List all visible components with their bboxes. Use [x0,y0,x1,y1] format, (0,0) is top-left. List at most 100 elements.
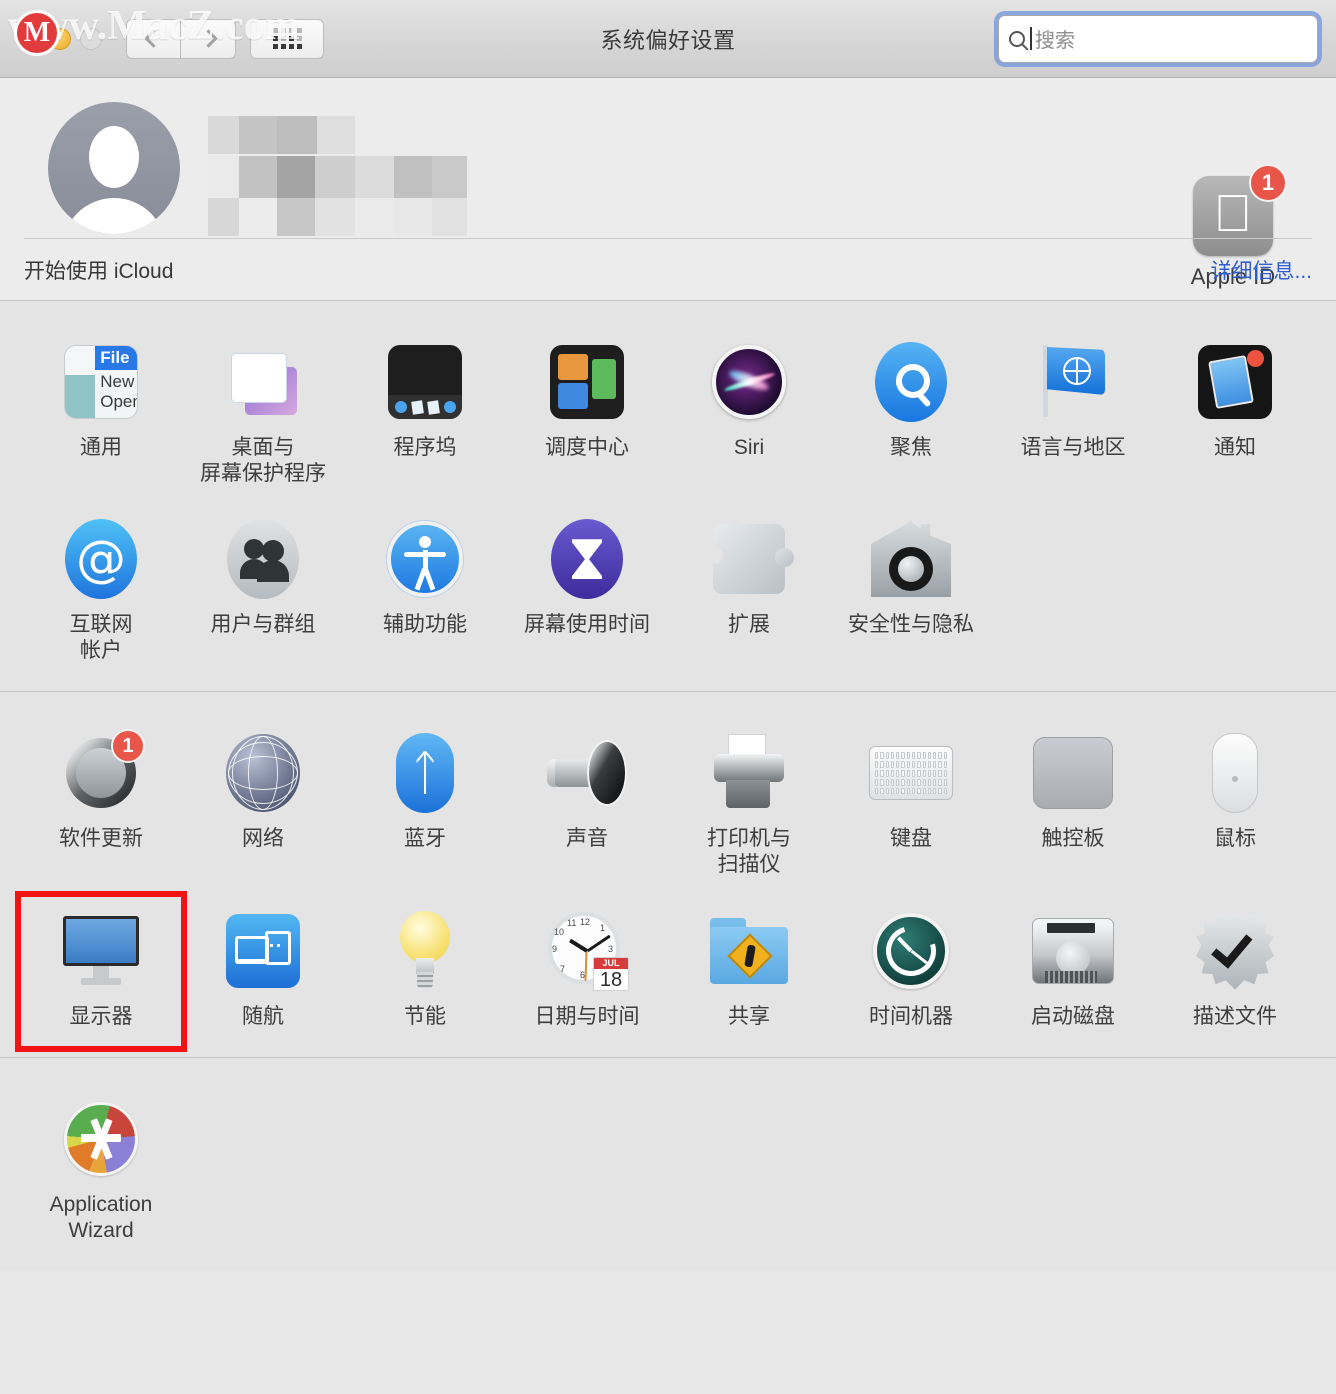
pref-label: 触控板 [1041,827,1105,851]
pref-item-trackpad[interactable]: 触控板 [992,718,1154,895]
pref-label: 启动磁盘 [1031,1004,1115,1028]
general-icon-new-label: New [100,371,135,391]
icloud-prompt: 开始使用 iCloud [24,259,174,283]
mission-control-icon [544,339,630,425]
pref-label: 软件更新 [59,827,143,851]
pref-item-spotlight[interactable]: 聚焦 [830,327,992,504]
pref-item-language-region[interactable]: 语言与地区 [992,327,1154,504]
pref-label: 随航 [242,1004,284,1028]
details-link[interactable]: 详细信息... [1210,255,1312,285]
pref-item-bluetooth[interactable]: ᛏ 蓝牙 [344,718,506,895]
pref-item-desktop-screensaver[interactable]: 桌面与 屏幕保护程序 [182,327,344,504]
zoom-button[interactable] [80,27,102,50]
pref-label: 蓝牙 [404,827,446,851]
pref-label: 辅助功能 [383,613,467,637]
pref-label: 桌面与 屏幕保护程序 [200,436,326,485]
users-groups-icon [220,516,306,602]
pref-label: 网络 [242,827,284,851]
pref-label: Application Wizard [49,1193,153,1242]
pref-label: 互联网 帐户 [69,613,133,662]
trackpad-icon [1030,730,1116,816]
avatar-body-shape [62,198,166,234]
pref-item-startup-disk[interactable]: 启动磁盘 [992,896,1154,1048]
calendar-month: JUL [594,957,628,969]
search-container: 搜索 [998,14,1318,63]
software-update-badge: 1 [111,729,145,764]
pref-item-sound[interactable]: 声音 [506,718,668,895]
software-update-icon: 1 [58,729,145,816]
pref-label: 调度中心 [545,436,629,459]
pref-item-security-privacy[interactable]: 安全性与隐私 [830,504,992,681]
network-icon [220,730,306,816]
pref-item-dock[interactable]: 程序坞 [344,327,506,504]
date-time-icon: 12 1 3 6 7 9 10 11 JUL 18 [544,908,630,994]
preferences-section-third-party: Application Wizard [0,1058,1336,1272]
apple-glyph:  [1214,188,1253,240]
pref-item-notifications[interactable]: 通知 [1154,327,1316,504]
pref-label: 键盘 [890,827,932,851]
navigation-buttons [126,18,236,59]
notifications-icon [1192,339,1278,425]
pref-item-accessibility[interactable]: 辅助功能 [344,504,506,681]
pref-item-sharing[interactable]: 共享 [668,896,830,1048]
pref-item-siri[interactable]: Siri [668,327,830,504]
back-button[interactable] [126,18,181,59]
apple-id-badge: 1 [1249,164,1287,202]
pref-label: 鼠标 [1214,827,1256,851]
pref-item-profiles[interactable]: 描述文件 [1154,896,1316,1048]
pref-item-software-update[interactable]: 1 软件更新 [20,718,182,895]
general-icon-file-label: File [95,346,137,371]
dock-icon [382,339,468,425]
pref-item-network[interactable]: 网络 [182,718,344,895]
pref-label: 显示器 [69,1004,133,1028]
avatar-head-shape [89,126,139,188]
account-name-redacted [208,116,508,236]
pref-label: 语言与地区 [1020,436,1126,459]
pref-label: 通用 [80,436,122,459]
search-icon [1009,30,1025,47]
forward-button[interactable] [181,18,236,59]
clock-hour-1: 1 [600,922,606,933]
pref-label: 时间机器 [869,1004,953,1028]
pref-item-time-machine[interactable]: 时间机器 [830,896,992,1048]
pref-item-date-time[interactable]: 12 1 3 6 7 9 10 11 JUL 18 日期与时间 [506,896,668,1048]
extensions-icon [705,516,794,602]
pref-label: 安全性与隐私 [848,613,974,637]
sharing-icon [706,908,792,994]
pref-label: 用户与群组 [210,613,316,637]
pref-label: 聚焦 [890,436,932,459]
pref-item-displays[interactable]: 显示器 [15,890,187,1053]
application-wizard-icon [58,1096,144,1182]
language-region-icon [1030,339,1116,425]
pref-item-general[interactable]: File New Open 通用 [20,327,182,504]
preferences-section-personal: File New Open 通用 桌面与 屏幕保护程序 程序坞 调度中心 Sir… [0,301,1336,692]
clock-hour-11: 11 [567,917,577,928]
sound-icon [544,730,630,816]
watermark-badge-letter: M [23,17,51,48]
pref-item-screen-time[interactable]: 屏幕使用时间 [506,504,668,681]
pref-item-energy-saver[interactable]: 节能 [344,896,506,1048]
clock-hour-10: 10 [554,926,565,937]
show-all-button[interactable] [250,18,324,59]
pref-item-internet-accounts[interactable]: @ 互联网 帐户 [20,504,182,681]
grid-dots-icon [272,28,302,49]
pref-label: 日期与时间 [534,1004,640,1028]
pref-item-mission-control[interactable]: 调度中心 [506,327,668,504]
pref-label: Siri [733,436,765,459]
avatar[interactable] [48,102,180,234]
preferences-grid-third-party: Application Wizard [0,1084,1336,1261]
pref-item-extensions[interactable]: 扩展 [668,504,830,681]
pref-item-printers-scanners[interactable]: 打印机与 扫描仪 [668,718,830,895]
pref-label: 描述文件 [1193,1004,1277,1028]
pref-label: 声音 [566,827,608,851]
desktop-screensaver-icon [220,339,306,425]
printers-scanners-icon [706,730,792,816]
spotlight-icon [868,339,954,425]
pref-item-keyboard[interactable]: 键盘 [830,718,992,895]
pref-item-mouse[interactable]: 鼠标 [1154,718,1316,895]
pref-item-sidecar[interactable]: 随航 [182,896,344,1048]
pref-label: 屏幕使用时间 [524,613,650,637]
pref-item-users-groups[interactable]: 用户与群组 [182,504,344,681]
pref-item-application-wizard[interactable]: Application Wizard [20,1084,182,1261]
search-field[interactable]: 搜索 [998,14,1318,63]
